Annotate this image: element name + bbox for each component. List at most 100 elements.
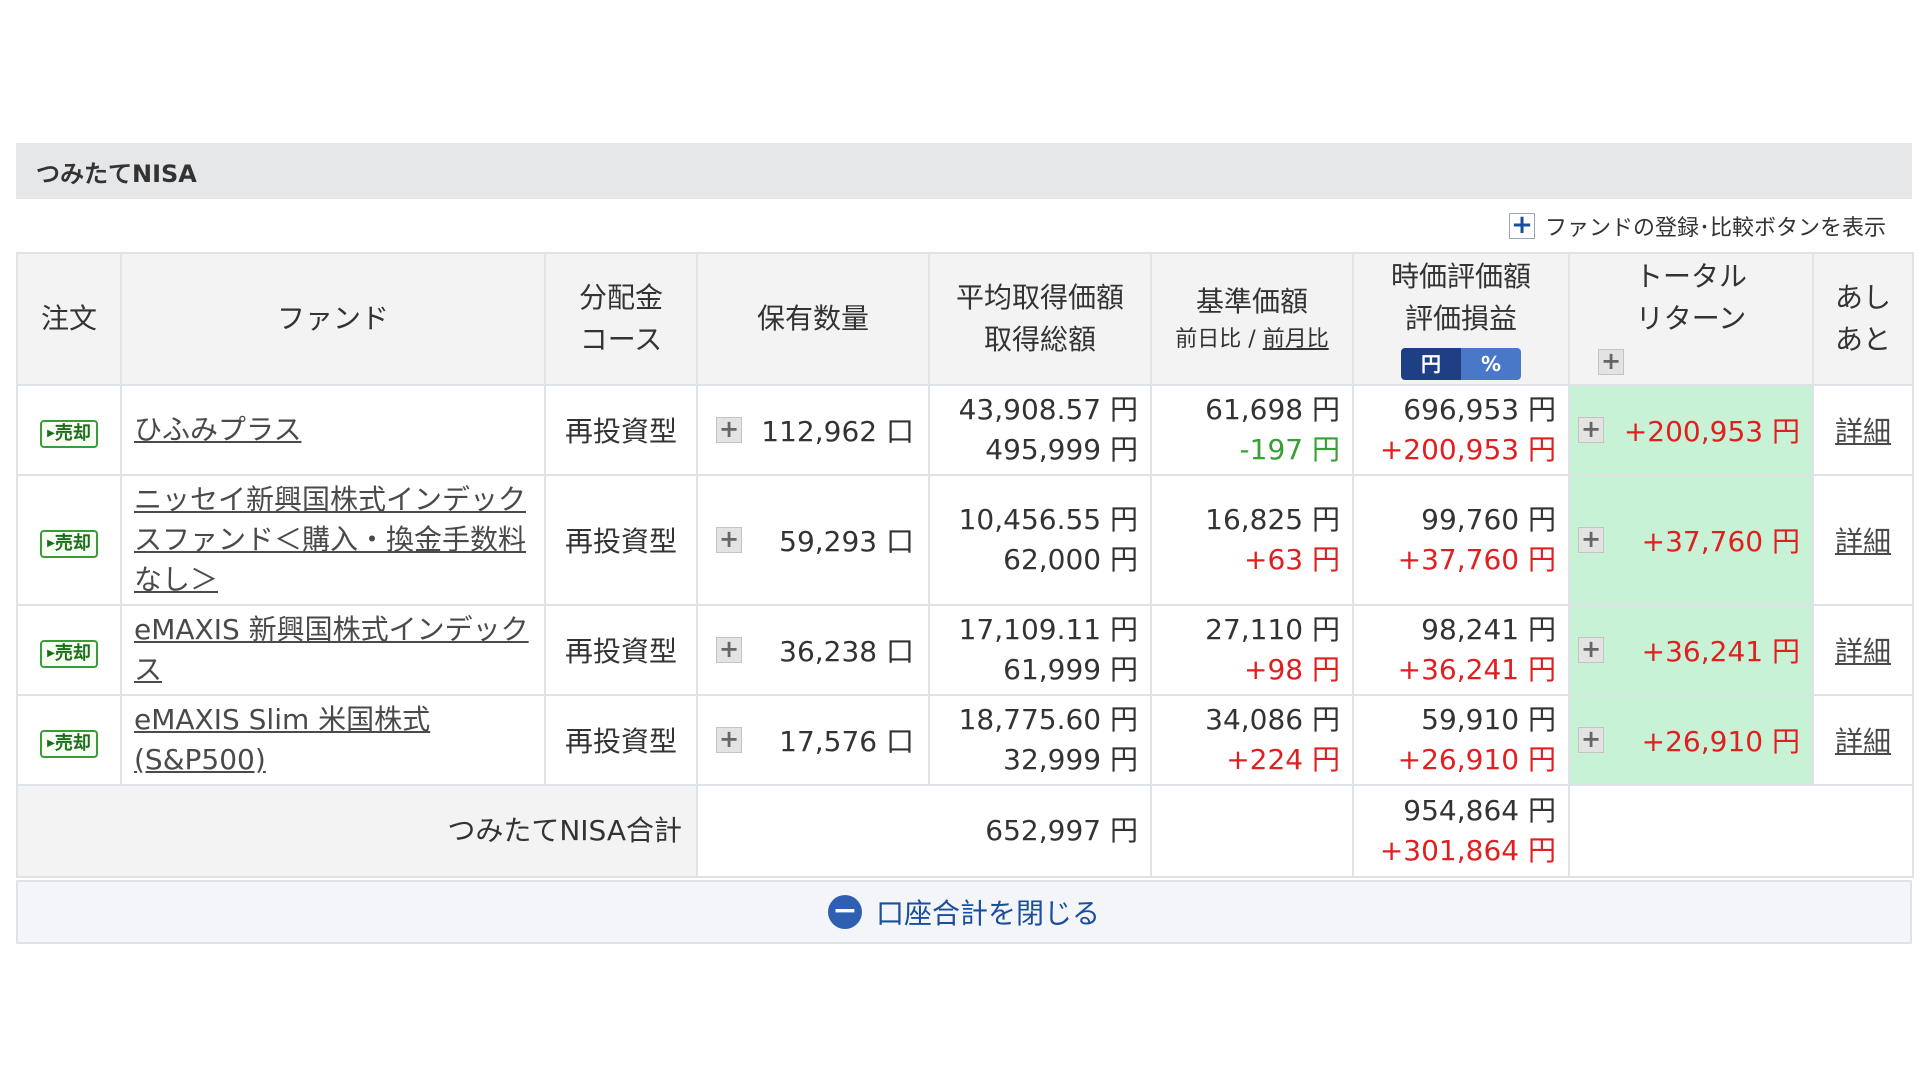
total-cost-value: 495,999 円 xyxy=(985,433,1138,466)
header-prev-month-link[interactable]: 前月比 xyxy=(1263,327,1329,352)
market-value-cell: 99,760 円 +37,760 円 xyxy=(1352,474,1570,606)
pnl-value: +26,910 円 xyxy=(1397,743,1556,776)
expand-quantity-icon[interactable]: + xyxy=(716,727,742,753)
sell-label: 売却 xyxy=(54,642,91,664)
market-value: 98,241 円 xyxy=(1421,613,1556,646)
avg-price-value: 43,908.57 円 xyxy=(958,393,1138,426)
quantity-cell: +36,238 口 xyxy=(696,604,930,696)
total-return-cell: + +36,241 円 xyxy=(1568,604,1814,696)
expand-total-return-icon[interactable]: + xyxy=(1578,637,1604,663)
base-price-value: 61,698 円 xyxy=(1205,393,1340,426)
detail-link[interactable]: 詳細 xyxy=(1835,725,1891,758)
header-sep: / xyxy=(1241,327,1263,352)
summary-label: つみたてNISA合計 xyxy=(16,784,698,878)
header-base-line1: 基準価額 xyxy=(1195,285,1308,318)
table-row: ▶売却 ひふみプラス 再投資型 +112,962 口 43,908.57 円 4… xyxy=(16,384,1914,476)
sell-button[interactable]: ▶売却 xyxy=(40,419,98,448)
fund-name-link[interactable]: ひふみプラス xyxy=(134,413,301,446)
header-fund: ファンド xyxy=(120,252,546,386)
header-course-line2: コース xyxy=(579,323,663,356)
total-return-value: +26,910 円 xyxy=(1641,725,1800,758)
avg-price-value: 17,109.11 円 xyxy=(958,613,1138,646)
show-fund-buttons-toggle[interactable]: + ファンドの登録･比較ボタンを表示 xyxy=(1508,210,1886,242)
total-cost-value: 32,999 円 xyxy=(1003,743,1138,776)
close-account-total-button[interactable]: − 口座合計を閉じる xyxy=(16,880,1912,944)
header-avg-price: 平均取得価額 取得総額 xyxy=(928,252,1152,386)
detail-cell: 詳細 xyxy=(1812,604,1914,696)
header-ashiato-line2: あと xyxy=(1834,323,1891,356)
table-row: ▶売却 eMAXIS Slim 米国株式(S&P500) 再投資型 +17,57… xyxy=(16,694,1914,786)
expand-total-return-icon[interactable]: + xyxy=(1578,727,1604,753)
header-avg-line2: 取得総額 xyxy=(983,323,1096,356)
quantity-cell: +59,293 口 xyxy=(696,474,930,606)
fund-name-link[interactable]: eMAXIS Slim 米国株式(S&P500) xyxy=(134,703,430,776)
base-price-cell: 27,110 円 +98 円 xyxy=(1150,604,1354,696)
table-header-row: 注文 ファンド 分配金 コース 保有数量 平均取得価額 取得総額 基準価額 前日… xyxy=(16,252,1914,386)
summary-market-value-cell: 954,864 円 +301,864 円 xyxy=(1352,784,1570,878)
detail-link[interactable]: 詳細 xyxy=(1835,415,1891,448)
triangle-icon: ▶ xyxy=(47,427,55,439)
fund-name-link[interactable]: ニッセイ新興国株式インデックスファンド＜購入・換金手数料なし＞ xyxy=(134,483,526,596)
show-fund-buttons-label: ファンドの登録･比較ボタンを表示 xyxy=(1544,216,1886,241)
sell-label: 売却 xyxy=(54,422,91,444)
base-price-value: 27,110 円 xyxy=(1205,613,1340,646)
market-value-cell: 696,953 円 +200,953 円 xyxy=(1352,384,1570,476)
avg-price-cell: 17,109.11 円 61,999 円 xyxy=(928,604,1152,696)
toggle-yen[interactable]: 円 xyxy=(1401,348,1461,380)
header-ashiato: あし あと xyxy=(1812,252,1914,386)
detail-link[interactable]: 詳細 xyxy=(1835,525,1891,558)
expand-total-return-icon[interactable]: + xyxy=(1598,349,1624,375)
detail-cell: 詳細 xyxy=(1812,384,1914,476)
header-base-sub: 前日比 / 前月比 xyxy=(1156,323,1348,357)
sell-label: 売却 xyxy=(54,732,91,754)
toggle-percent[interactable]: % xyxy=(1461,348,1521,380)
table-row: ▶売却 ニッセイ新興国株式インデックスファンド＜購入・換金手数料なし＞ 再投資型… xyxy=(16,474,1914,606)
base-change-value: +224 円 xyxy=(1226,743,1340,776)
header-order: 注文 xyxy=(16,252,122,386)
quantity-value: 112,962 口 xyxy=(761,415,914,448)
sell-button[interactable]: ▶売却 xyxy=(40,639,98,668)
summary-total-cost: 652,997 円 xyxy=(696,784,1152,878)
total-cost-value: 62,000 円 xyxy=(1003,543,1138,576)
order-cell: ▶売却 xyxy=(16,694,122,786)
course-cell: 再投資型 xyxy=(544,604,698,696)
triangle-icon: ▶ xyxy=(47,647,55,659)
sell-button[interactable]: ▶売却 xyxy=(40,729,98,758)
triangle-icon: ▶ xyxy=(47,537,55,549)
yen-percent-toggle[interactable]: 円 % xyxy=(1401,348,1521,380)
sell-button[interactable]: ▶売却 xyxy=(40,529,98,558)
expand-total-return-icon[interactable]: + xyxy=(1578,417,1604,443)
avg-price-value: 10,456.55 円 xyxy=(958,503,1138,536)
header-course: 分配金 コース xyxy=(544,252,698,386)
header-value-line1: 時価評価額 xyxy=(1390,260,1531,293)
header-avg-line1: 平均取得価額 xyxy=(955,281,1124,314)
expand-quantity-icon[interactable]: + xyxy=(716,637,742,663)
summary-market-value: 954,864 円 xyxy=(1403,794,1556,827)
summary-row: つみたてNISA合計 652,997 円 954,864 円 +301,864 … xyxy=(16,784,1914,878)
header-course-line1: 分配金 xyxy=(578,281,663,314)
header-base-price: 基準価額 前日比 / 前月比 xyxy=(1150,252,1354,386)
expand-quantity-icon[interactable]: + xyxy=(716,417,742,443)
detail-link[interactable]: 詳細 xyxy=(1835,635,1891,668)
fund-name-link[interactable]: eMAXIS 新興国株式インデックス xyxy=(134,613,529,686)
base-price-value: 16,825 円 xyxy=(1205,503,1340,536)
base-change-value: +98 円 xyxy=(1244,653,1340,686)
base-price-value: 34,086 円 xyxy=(1205,703,1340,736)
summary-empty-cell xyxy=(1568,784,1914,878)
section-title: つみたてNISA xyxy=(16,143,1912,199)
base-price-cell: 34,086 円 +224 円 xyxy=(1150,694,1354,786)
course-cell: 再投資型 xyxy=(544,694,698,786)
summary-pnl: +301,864 円 xyxy=(1379,834,1556,867)
triangle-icon: ▶ xyxy=(47,737,55,749)
holdings-table: 注文 ファンド 分配金 コース 保有数量 平均取得価額 取得総額 基準価額 前日… xyxy=(16,252,1914,878)
expand-total-return-icon[interactable]: + xyxy=(1578,527,1604,553)
total-cost-value: 61,999 円 xyxy=(1003,653,1138,686)
minus-circle-icon: − xyxy=(827,895,862,929)
expand-quantity-icon[interactable]: + xyxy=(716,527,742,553)
course-cell: 再投資型 xyxy=(544,384,698,476)
order-cell: ▶売却 xyxy=(16,384,122,476)
pnl-value: +37,760 円 xyxy=(1397,543,1556,576)
order-cell: ▶売却 xyxy=(16,474,122,606)
header-market-value: 時価評価額 評価損益 円 % xyxy=(1352,252,1570,386)
header-total-line2: リターン xyxy=(1635,302,1747,335)
